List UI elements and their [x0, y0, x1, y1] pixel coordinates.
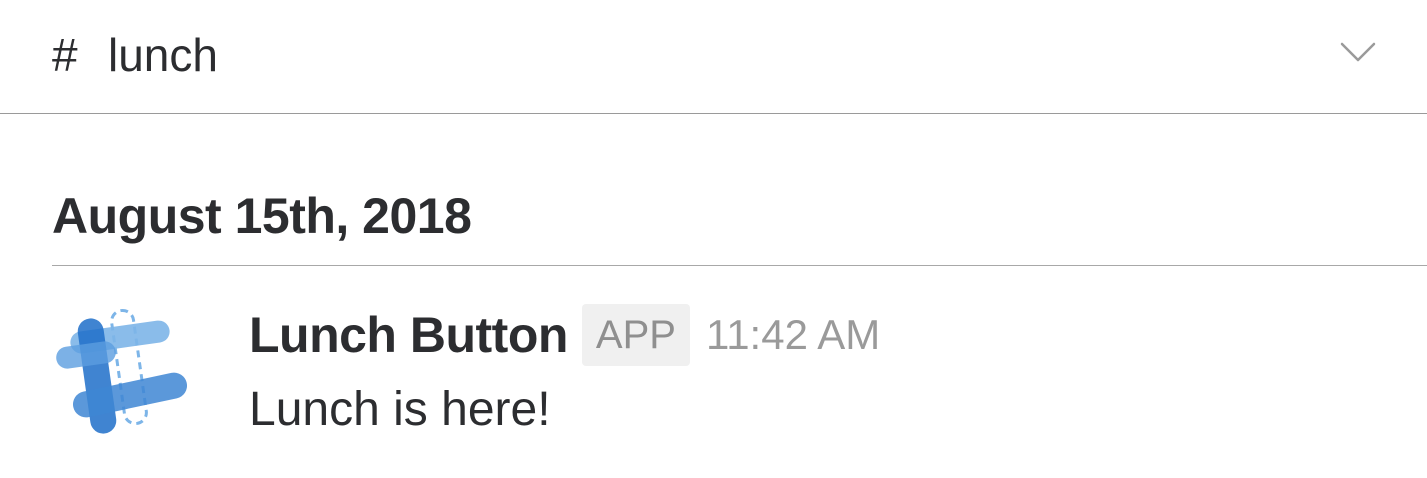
channel-header: # lunch — [0, 0, 1427, 114]
date-heading: August 15th, 2018 — [52, 188, 472, 244]
channel-hash-icon: # — [52, 29, 78, 81]
chevron-down-icon[interactable] — [1338, 34, 1378, 70]
message-header: Lunch Button APP 11:42 AM — [249, 304, 880, 366]
message-text: Lunch is here! — [249, 383, 551, 436]
sender-name[interactable]: Lunch Button — [249, 306, 568, 364]
date-divider — [52, 265, 1427, 266]
app-badge: APP — [581, 304, 690, 366]
lunch-button-app-avatar[interactable] — [52, 304, 192, 436]
channel-name[interactable]: lunch — [108, 28, 218, 82]
message-timestamp[interactable]: 11:42 AM — [706, 311, 880, 359]
